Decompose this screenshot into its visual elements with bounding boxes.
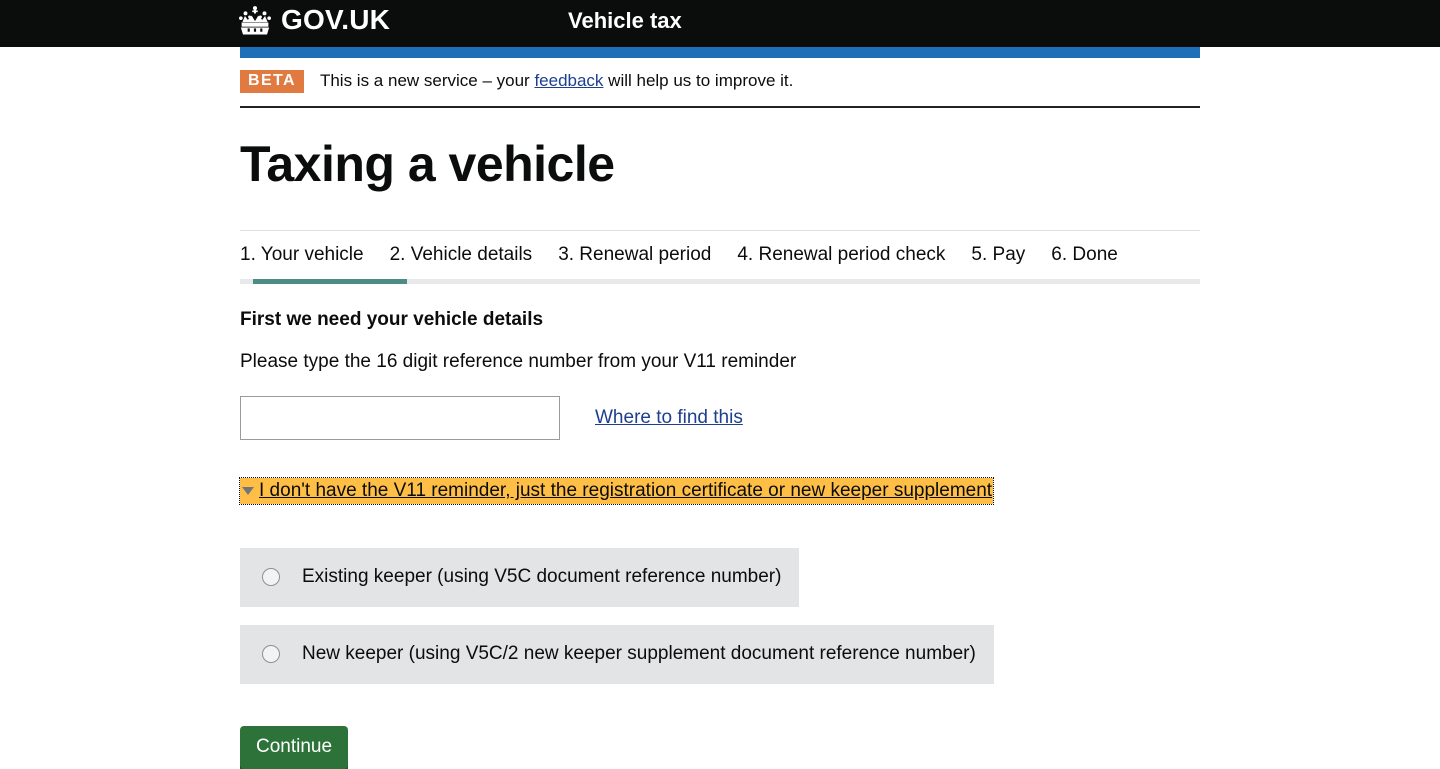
keeper-type-radio-group: Existing keeper (using V5C document refe… [240, 547, 1200, 684]
page-title: Taxing a vehicle [240, 136, 615, 192]
vehicle-details-form: First we need your vehicle details Pleas… [238, 308, 1200, 769]
step-item-6[interactable]: 6. Done [1051, 244, 1118, 267]
phase-text-before: This is a new service – your [319, 71, 535, 91]
blue-accent-bar [240, 47, 1200, 58]
govuk-logo-link[interactable]: GOV.UK [236, 5, 390, 36]
phase-banner-text: This is a new service – your feedback wi… [320, 70, 793, 92]
step-item-4[interactable]: 4. Renewal period check [737, 244, 945, 267]
page-container: BETA This is a new service – your feedba… [238, 47, 1200, 769]
where-to-find-this-link[interactable]: Where to find this [595, 407, 743, 430]
progress-track [240, 278, 1200, 284]
step-list: 1. Your vehicle 2. Vehicle details 3. Re… [240, 231, 1200, 279]
v11-alternative-details: I don't have the V11 reminder, just the … [238, 477, 1200, 534]
step-item-2[interactable]: 2. Vehicle details [390, 244, 533, 267]
reference-number-input[interactable] [240, 396, 560, 441]
service-name-link[interactable]: Vehicle tax [568, 8, 682, 34]
continue-button[interactable]: Continue [240, 725, 349, 769]
radio-label-existing-keeper: Existing keeper (using V5C document refe… [302, 565, 782, 587]
feedback-link[interactable]: feedback [534, 71, 603, 90]
triangle-down-icon [242, 487, 254, 496]
reference-number-row: Where to find this [240, 396, 1200, 441]
step-navigation: 1. Your vehicle 2. Vehicle details 3. Re… [240, 230, 1200, 284]
step-item-3[interactable]: 3. Renewal period [558, 244, 711, 267]
details-summary-toggle[interactable]: I don't have the V11 reminder, just the … [238, 477, 995, 505]
details-summary-label: I don't have the V11 reminder, just the … [259, 480, 993, 502]
step-item-5[interactable]: 5. Pay [971, 244, 1025, 267]
radio-option-new-keeper[interactable]: New keeper (using V5C/2 new keeper suppl… [240, 624, 994, 684]
crown-icon [236, 5, 274, 36]
govuk-logo-text: GOV.UK [281, 3, 391, 35]
radio-circle-icon[interactable] [262, 645, 280, 664]
beta-badge: BETA [240, 70, 304, 93]
global-header: GOV.UK Vehicle tax [0, 0, 1440, 47]
radio-option-existing-keeper[interactable]: Existing keeper (using V5C document refe… [240, 547, 800, 607]
form-heading: First we need your vehicle details [240, 308, 544, 330]
phase-text-after: will help us to improve it. [603, 71, 794, 91]
form-hint: Please type the 16 digit reference numbe… [240, 350, 797, 372]
radio-label-new-keeper: New keeper (using V5C/2 new keeper suppl… [302, 642, 976, 664]
phase-banner: BETA This is a new service – your feedba… [240, 58, 1200, 108]
step-item-1[interactable]: 1. Your vehicle [240, 244, 364, 267]
radio-circle-icon[interactable] [262, 568, 280, 587]
progress-fill [253, 278, 407, 284]
details-content-area [240, 504, 1200, 534]
